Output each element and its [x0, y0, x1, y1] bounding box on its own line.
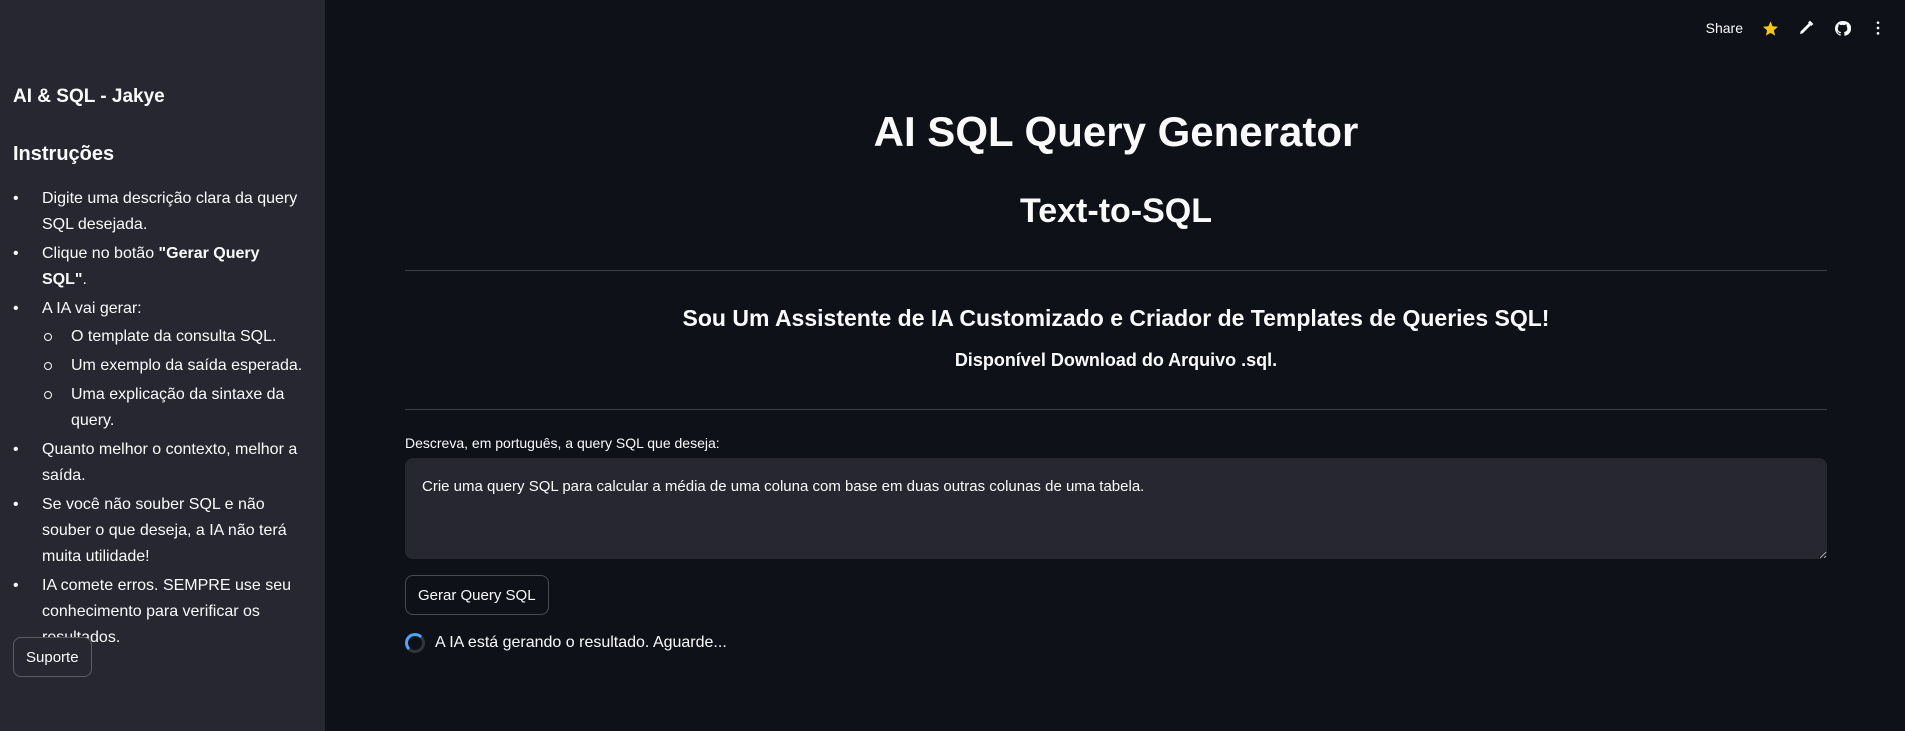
github-icon[interactable]: [1833, 19, 1851, 37]
list-item: Se você não souber SQL e não souber o qu…: [13, 492, 303, 570]
list-item: Clique no botão "Gerar Query SQL".: [13, 241, 303, 293]
sub-list: O template da consulta SQL. Um exemplo d…: [42, 324, 303, 434]
divider: [405, 409, 1827, 410]
page-subtitle: Text-to-SQL: [1019, 192, 1212, 230]
query-textarea[interactable]: Crie uma query SQL para calcular a média…: [405, 458, 1827, 559]
sub-list-item: O template da consulta SQL.: [42, 324, 303, 350]
list-item: Quanto melhor o contexto, melhor a saída…: [13, 437, 303, 489]
app-title: AI & SQL - Jakye: [13, 86, 165, 107]
spinner-icon: [405, 633, 425, 653]
divider: [405, 270, 1827, 271]
loading-status: A IA está gerando o resultado. Aguarde..…: [405, 633, 727, 653]
generate-query-button[interactable]: Gerar Query SQL: [405, 575, 549, 615]
sidebar: AI & SQL - Jakye Instruções Digite uma d…: [0, 0, 325, 731]
instructions-heading: Instruções: [13, 143, 115, 165]
main-content: AI SQL Query Generator Text-to-SQL Sou U…: [405, 0, 1827, 731]
tagline: Sou Um Assistente de IA Customizado e Cr…: [682, 305, 1550, 331]
instructions-list: Digite uma descrição clara da query SQL …: [13, 186, 303, 654]
status-text: A IA está gerando o resultado. Aguarde..…: [435, 634, 727, 651]
download-note: Disponível Download do Arquivo .sql.: [954, 350, 1278, 370]
query-input-label: Descreva, em português, a query SQL que …: [405, 435, 720, 451]
page-title: AI SQL Query Generator: [873, 108, 1359, 155]
support-button[interactable]: Suporte: [13, 637, 92, 677]
list-item: Digite uma descrição clara da query SQL …: [13, 186, 303, 238]
list-item: A IA vai gerar: O template da consulta S…: [13, 296, 303, 434]
more-vertical-icon[interactable]: [1869, 19, 1887, 37]
sub-list-item: Uma explicação da sintaxe da query.: [42, 382, 303, 434]
sub-list-item: Um exemplo da saída esperada.: [42, 353, 303, 379]
